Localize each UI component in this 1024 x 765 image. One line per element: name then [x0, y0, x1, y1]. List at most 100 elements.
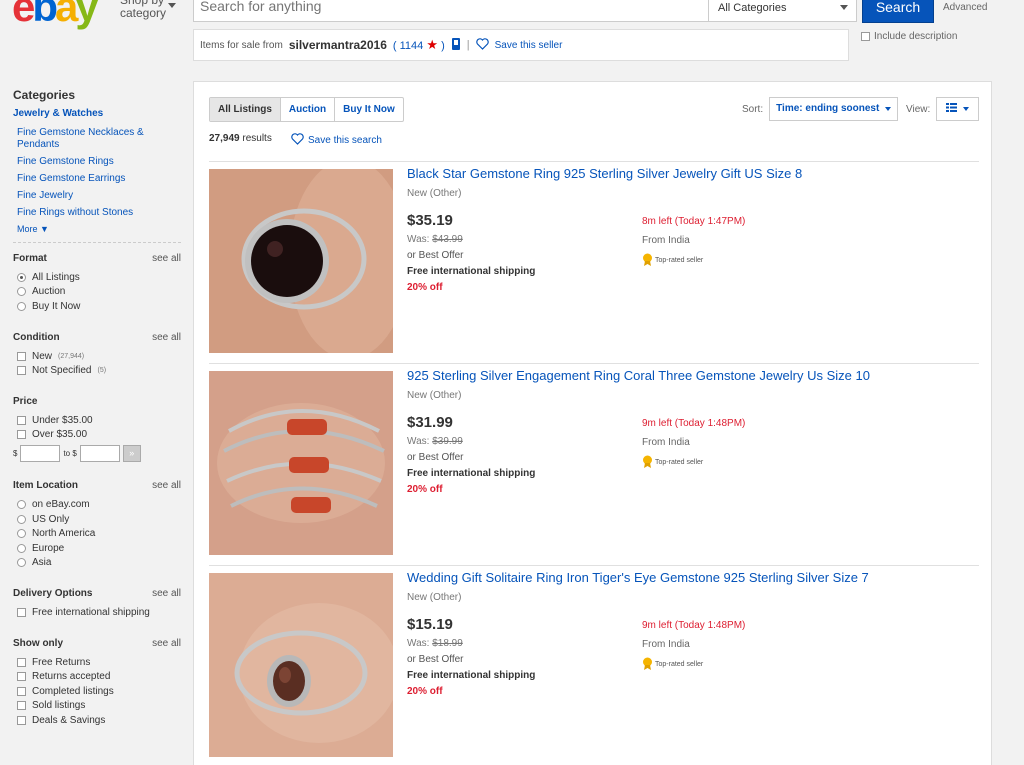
listing-price: $15.19 [407, 616, 453, 633]
option-label: US Only [32, 513, 70, 525]
condition-option[interactable]: New (27,944) [13, 349, 181, 364]
location-option[interactable]: Asia [13, 556, 181, 571]
show-only-option[interactable]: Deals & Savings [13, 713, 181, 728]
listing-image[interactable] [209, 573, 393, 757]
location-option[interactable]: US Only [13, 512, 181, 527]
tab-all-listings[interactable]: All Listings [210, 98, 280, 121]
advanced-search-link[interactable]: Advanced [943, 2, 987, 13]
discount-label: 20% off [407, 484, 443, 495]
view-control: View: [906, 97, 980, 121]
price-submit-button[interactable]: » [122, 445, 141, 463]
listing-item: 925 Sterling Silver Engagement Ring Cora… [209, 363, 979, 565]
location-option[interactable]: Europe [13, 541, 181, 556]
see-all-link[interactable]: see all [152, 638, 181, 649]
listing-was-price: Was: $39.99 [407, 436, 463, 447]
listing-image[interactable] [209, 371, 393, 555]
max-price-input[interactable] [79, 445, 120, 463]
search-button[interactable]: Search [862, 0, 934, 23]
category-link[interactable]: Fine Jewelry [13, 190, 181, 202]
checkbox[interactable] [17, 430, 26, 440]
show-only-option[interactable]: Sold listings [13, 699, 181, 714]
price-option[interactable]: Over $35.00 [13, 428, 181, 443]
store-icon[interactable] [451, 37, 461, 54]
top-rated-seller-icon [642, 657, 653, 672]
include-description-checkbox[interactable] [861, 32, 870, 41]
see-all-link[interactable]: see all [152, 253, 181, 264]
shipping-label: Free international shipping [407, 670, 536, 681]
discount-label: 20% off [407, 282, 443, 293]
price-option[interactable]: Under $35.00 [13, 413, 181, 428]
listing-title-link[interactable]: 925 Sterling Silver Engagement Ring Cora… [407, 368, 870, 383]
see-all-link[interactable]: see all [152, 588, 181, 599]
category-link[interactable]: Fine Gemstone Necklaces & Pendants [13, 127, 181, 151]
show-only-option[interactable]: Free Returns [13, 655, 181, 670]
checkbox[interactable] [17, 415, 26, 425]
min-price-input[interactable] [20, 445, 61, 463]
radio-button[interactable] [17, 529, 26, 539]
format-option[interactable]: All Listings [13, 270, 181, 285]
radio-button[interactable] [17, 301, 26, 311]
category-jewelry-watches[interactable]: Jewelry & Watches [13, 108, 181, 119]
save-search-link[interactable]: Save this search [291, 133, 382, 148]
radio-button[interactable] [17, 287, 26, 297]
radio-button[interactable] [17, 558, 26, 568]
listing-title-link[interactable]: Wedding Gift Solitaire Ring Iron Tiger's… [407, 570, 869, 585]
category-link[interactable]: Fine Gemstone Earrings [13, 173, 181, 185]
see-all-link[interactable]: see all [152, 480, 181, 491]
listing-title-link[interactable]: Black Star Gemstone Ring 925 Sterling Si… [407, 166, 802, 181]
see-all-link[interactable]: see all [152, 332, 181, 343]
option-label: Europe [32, 542, 65, 554]
checkbox[interactable] [17, 351, 26, 361]
heart-icon[interactable] [475, 37, 489, 53]
checkbox[interactable] [17, 701, 26, 711]
location-option[interactable]: North America [13, 526, 181, 541]
was-price-value: $39.99 [432, 436, 463, 447]
view-select[interactable] [936, 97, 980, 121]
show-only-option[interactable]: Returns accepted [13, 669, 181, 684]
more-categories-link[interactable]: More ▼ [13, 224, 181, 234]
delivery-option[interactable]: Free international shipping [13, 605, 181, 620]
checkbox[interactable] [17, 607, 26, 617]
heart-icon [291, 133, 304, 148]
star-icon: ★ [426, 37, 438, 52]
category-link[interactable]: Fine Rings without Stones [13, 207, 181, 219]
category-link[interactable]: Fine Gemstone Rings [13, 156, 181, 168]
checkbox[interactable] [17, 672, 26, 682]
best-offer-label: or Best Offer [407, 250, 464, 261]
checkbox[interactable] [17, 366, 26, 376]
view-label: View: [906, 103, 931, 115]
feedback-score[interactable]: ( 1144 ★ ) [393, 37, 445, 53]
listing-image[interactable] [209, 169, 393, 353]
option-label: Returns accepted [32, 671, 111, 683]
price-heading: Price [13, 395, 38, 407]
radio-button[interactable] [17, 272, 26, 282]
sort-select[interactable]: Time: ending soonest [769, 97, 899, 121]
ebay-logo[interactable]: ebay [12, 0, 99, 28]
tab-auction[interactable]: Auction [279, 98, 334, 121]
search-box [193, 0, 709, 22]
show-only-option[interactable]: Completed listings [13, 684, 181, 699]
chevron-down-icon [885, 107, 892, 111]
tab-buy-it-now[interactable]: Buy It Now [334, 98, 403, 121]
radio-button[interactable] [17, 543, 26, 553]
was-price-value: $18.99 [432, 638, 463, 649]
search-input[interactable] [200, 0, 700, 14]
checkbox[interactable] [17, 715, 26, 725]
checkbox[interactable] [17, 686, 26, 696]
location-option[interactable]: on eBay.com [13, 497, 181, 512]
seller-name-link[interactable]: silvermantra2016 [289, 38, 387, 52]
category-select[interactable]: All Categories [709, 0, 857, 22]
results-number: 27,949 [209, 133, 240, 144]
option-label: Free Returns [32, 656, 91, 668]
save-seller-link[interactable]: Save this seller [495, 40, 563, 51]
condition-option[interactable]: Not Specified (5) [13, 363, 181, 378]
radio-button[interactable] [17, 514, 26, 524]
format-option[interactable]: Buy It Now [13, 299, 181, 314]
format-option[interactable]: Auction [13, 285, 181, 300]
radio-button[interactable] [17, 499, 26, 509]
checkbox[interactable] [17, 657, 26, 667]
top-rated-seller-label: Top-rated seller [655, 459, 704, 466]
include-description-option[interactable]: Include description [861, 31, 957, 42]
separator: | [466, 39, 470, 51]
listing-condition: New (Other) [407, 592, 462, 603]
